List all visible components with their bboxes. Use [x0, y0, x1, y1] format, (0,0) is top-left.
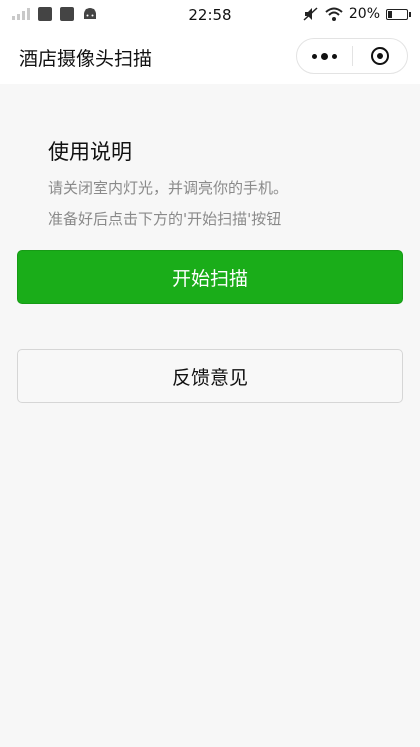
- instructions-line-1: 请关闭室内灯光，并调亮你的手机。: [48, 179, 289, 197]
- mini-program-capsule: [296, 38, 408, 74]
- status-right: 20%: [303, 6, 411, 22]
- instructions-title: 使用说明: [48, 140, 132, 164]
- instructions-line-2: 准备好后点击下方的'开始扫描'按钮: [48, 210, 282, 228]
- page-title: 酒店摄像头扫描: [19, 48, 153, 70]
- wifi-icon: [325, 7, 343, 21]
- more-dots-icon[interactable]: [297, 39, 352, 73]
- feedback-button[interactable]: 反馈意见: [17, 349, 403, 403]
- battery-fill: [388, 10, 392, 18]
- mute-icon: [303, 7, 318, 21]
- nav-bar: 酒店摄像头扫描: [0, 30, 420, 84]
- target-close-icon[interactable]: [353, 39, 408, 73]
- battery-icon: [386, 8, 411, 20]
- battery-percent: 20%: [348, 6, 380, 22]
- start-scan-button[interactable]: 开始扫描: [17, 250, 403, 304]
- status-bar: 22:58 20%: [0, 0, 420, 30]
